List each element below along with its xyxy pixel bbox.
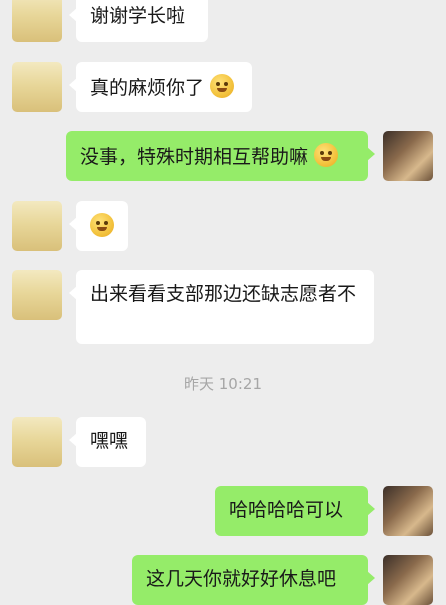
tearful-smile-emoji-icon <box>210 74 235 98</box>
emoji-sticker-icon <box>90 213 114 237</box>
chat-timestamp: 昨天 10:21 <box>184 375 262 393</box>
message-bubble[interactable]: 这几天你就好好休息吧 <box>132 555 375 605</box>
contact-avatar[interactable] <box>12 417 62 467</box>
my-avatar[interactable] <box>383 486 433 536</box>
message-text: 嘿嘿 <box>90 430 129 452</box>
message-bubble[interactable]: 真的麻烦你了 <box>69 62 252 112</box>
message-text: 没事，特殊时期相互帮助嘛 <box>80 146 309 168</box>
message-bubble[interactable]: 出来看看支部那边还缺志愿者不 <box>69 270 374 344</box>
message-text: 出来看看支部那边还缺志愿者不 <box>90 283 357 305</box>
my-avatar[interactable] <box>383 555 433 605</box>
contact-avatar[interactable] <box>12 62 62 112</box>
message-text: 哈哈哈哈可以 <box>229 499 344 521</box>
message-bubble[interactable] <box>69 201 128 251</box>
message-bubble[interactable]: 哈哈哈哈可以 <box>215 486 375 536</box>
contact-avatar[interactable] <box>12 270 62 320</box>
contact-avatar[interactable] <box>12 0 62 42</box>
my-avatar[interactable] <box>383 131 433 181</box>
message-text: 真的麻烦你了 <box>90 77 205 99</box>
message-bubble[interactable]: 谢谢学长啦 <box>69 0 208 42</box>
thinking-emoji-icon <box>314 143 339 167</box>
message-text: 这几天你就好好休息吧 <box>146 568 337 590</box>
message-bubble[interactable]: 没事，特殊时期相互帮助嘛 <box>66 131 375 181</box>
message-bubble[interactable]: 嘿嘿 <box>69 417 146 467</box>
message-text: 谢谢学长啦 <box>90 5 186 27</box>
contact-avatar[interactable] <box>12 201 62 251</box>
